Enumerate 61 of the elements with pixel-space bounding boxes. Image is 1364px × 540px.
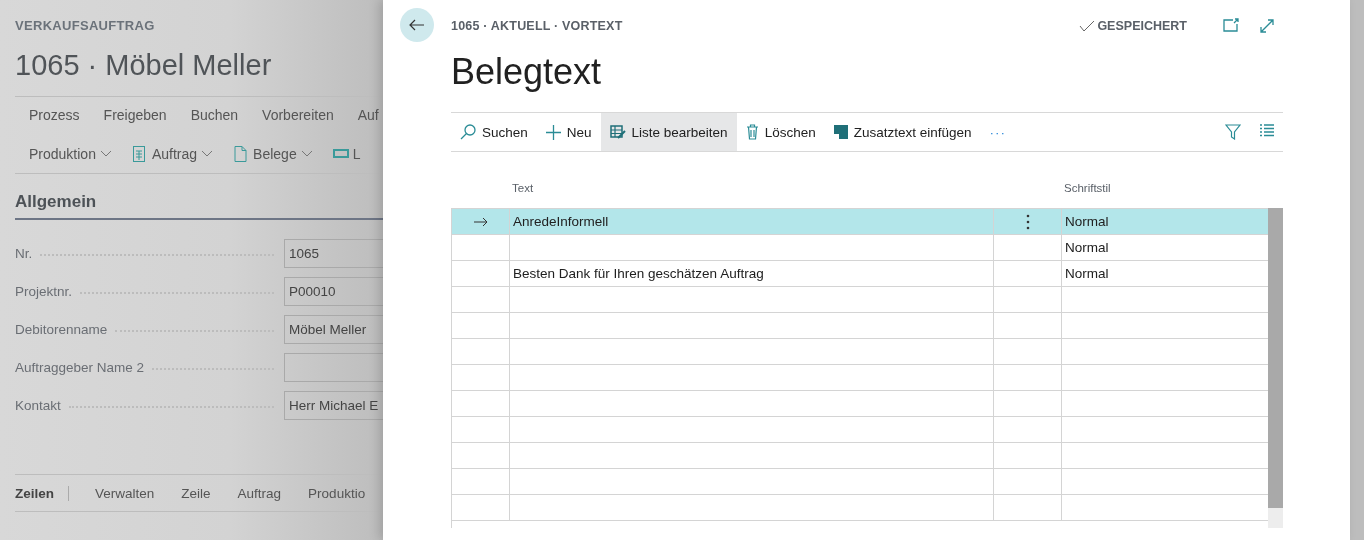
action-tab[interactable]: Auf [357, 107, 379, 123]
table-cell: AnredeInformell [513, 214, 609, 229]
action-tab[interactable]: Vorbereiten [262, 107, 334, 123]
plus-icon [545, 124, 561, 140]
breadcrumb: 1065 · AKTUELL · VORTEXT [451, 19, 623, 33]
menu-button[interactable]: L [332, 145, 361, 163]
trash-icon [745, 124, 759, 140]
scrollbar[interactable] [1268, 208, 1283, 528]
filter-icon[interactable] [1225, 124, 1241, 140]
page-title: 1065 · Möbel Meller [15, 49, 273, 82]
menu-button[interactable]: Belege [233, 145, 313, 163]
toolbar-button[interactable]: Liste bearbeiten [600, 113, 737, 151]
page-caption: VERKAUFSAUFTRAG [15, 18, 156, 33]
toolbar-button[interactable]: Löschen [736, 113, 825, 151]
field-label: Nr. [15, 245, 33, 261]
menu-button[interactable]: Auftrag [131, 145, 214, 163]
more-button[interactable]: ··· [980, 113, 1015, 151]
table-row[interactable]: Normal [452, 235, 1268, 261]
table-cell: Normal [1065, 266, 1109, 281]
table-edit-icon [609, 125, 626, 139]
toolbar-button[interactable]: Suchen [451, 113, 537, 151]
action-tab[interactable]: Buchen [190, 107, 239, 123]
arrow-left-icon [409, 19, 425, 31]
toolbar-button[interactable]: Zusatztext einfügen [824, 113, 981, 151]
column-header[interactable]: Schriftstil [1061, 182, 1268, 208]
column-header[interactable]: Text [509, 182, 993, 208]
field-label: Projektnr. [15, 283, 73, 299]
menu-button[interactable]: Produktion [29, 146, 112, 162]
chevron-icon [300, 150, 313, 158]
search-icon [460, 124, 476, 140]
pages-icon [233, 145, 250, 163]
page-title: Belegtext [451, 51, 603, 94]
list-icon[interactable] [1259, 124, 1275, 137]
action-tab[interactable]: Freigeben [103, 107, 167, 123]
section-title: Allgemein [15, 192, 383, 220]
table-cell: Normal [1065, 214, 1109, 229]
save-status: GESPEICHERT [1097, 19, 1187, 33]
action-tab[interactable]: Prozess [29, 107, 80, 123]
field-label: Debitorenname [15, 321, 108, 337]
action-tab[interactable]: Auftrag [237, 485, 282, 501]
lines-title: Zeilen [15, 485, 69, 501]
table-row[interactable]: Besten Dank für Ihren geschätzen Auftrag Normal [452, 261, 1268, 287]
action-tab[interactable]: Verwalten [95, 485, 155, 501]
insert-note-icon [833, 125, 848, 139]
back-button[interactable] [400, 8, 434, 42]
table-cell: Normal [1065, 240, 1109, 255]
open-in-window-icon[interactable] [1223, 18, 1239, 32]
toolbar-button[interactable]: Neu [536, 113, 601, 151]
table-cell: Besten Dank für Ihren geschätzen Auftrag [513, 266, 764, 281]
arrow-right-icon [473, 216, 488, 227]
field-label: Kontakt [15, 397, 61, 413]
chevron-icon [99, 150, 112, 158]
check-icon [1079, 20, 1096, 32]
document-icon [131, 145, 148, 163]
chevron-icon [201, 150, 214, 158]
action-tab[interactable]: Zeile [181, 485, 211, 501]
more-vertical-icon[interactable] [1025, 213, 1030, 230]
expand-icon[interactable] [1259, 18, 1275, 34]
field-label: Auftraggeber Name 2 [15, 359, 145, 375]
table-row[interactable]: AnredeInformell Normal [452, 209, 1268, 235]
action-tab[interactable]: Produktio [308, 485, 366, 501]
